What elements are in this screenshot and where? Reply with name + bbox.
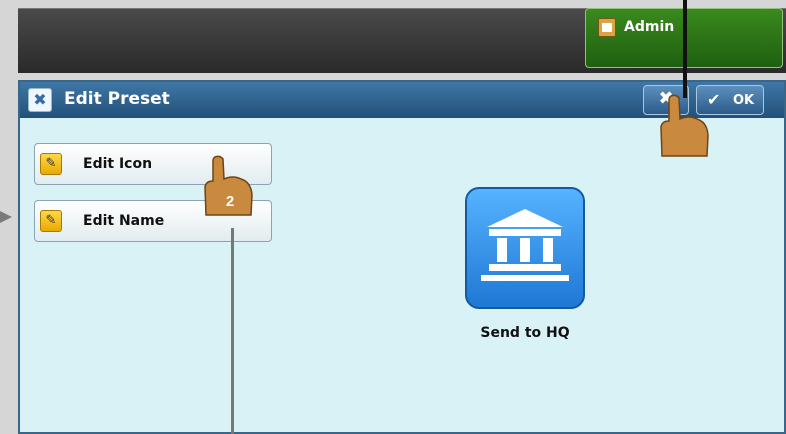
edit-name-label: Edit Name [83, 213, 165, 229]
bank-building-icon [481, 209, 569, 281]
clipboard-check-icon [598, 18, 616, 37]
admin-label: Admin [624, 19, 675, 35]
callout-line [683, 0, 687, 98]
dialog-title: Edit Preset [64, 89, 170, 109]
pointing-hand-icon: 2 [204, 155, 253, 216]
ok-label: OK [733, 93, 755, 108]
tools-icon: ✖ [28, 88, 52, 112]
preset-name-label: Send to HQ [480, 325, 570, 341]
callout-line [231, 228, 234, 434]
callout-arrow [0, 211, 12, 223]
preset-icon-tile[interactable] [465, 187, 585, 309]
pointing-hand-icon [660, 94, 709, 157]
pencil-icon: ✎ [40, 153, 62, 175]
step-number: 2 [226, 193, 234, 210]
pencil-icon: ✎ [40, 210, 62, 232]
edit-icon-label: Edit Icon [83, 156, 153, 172]
